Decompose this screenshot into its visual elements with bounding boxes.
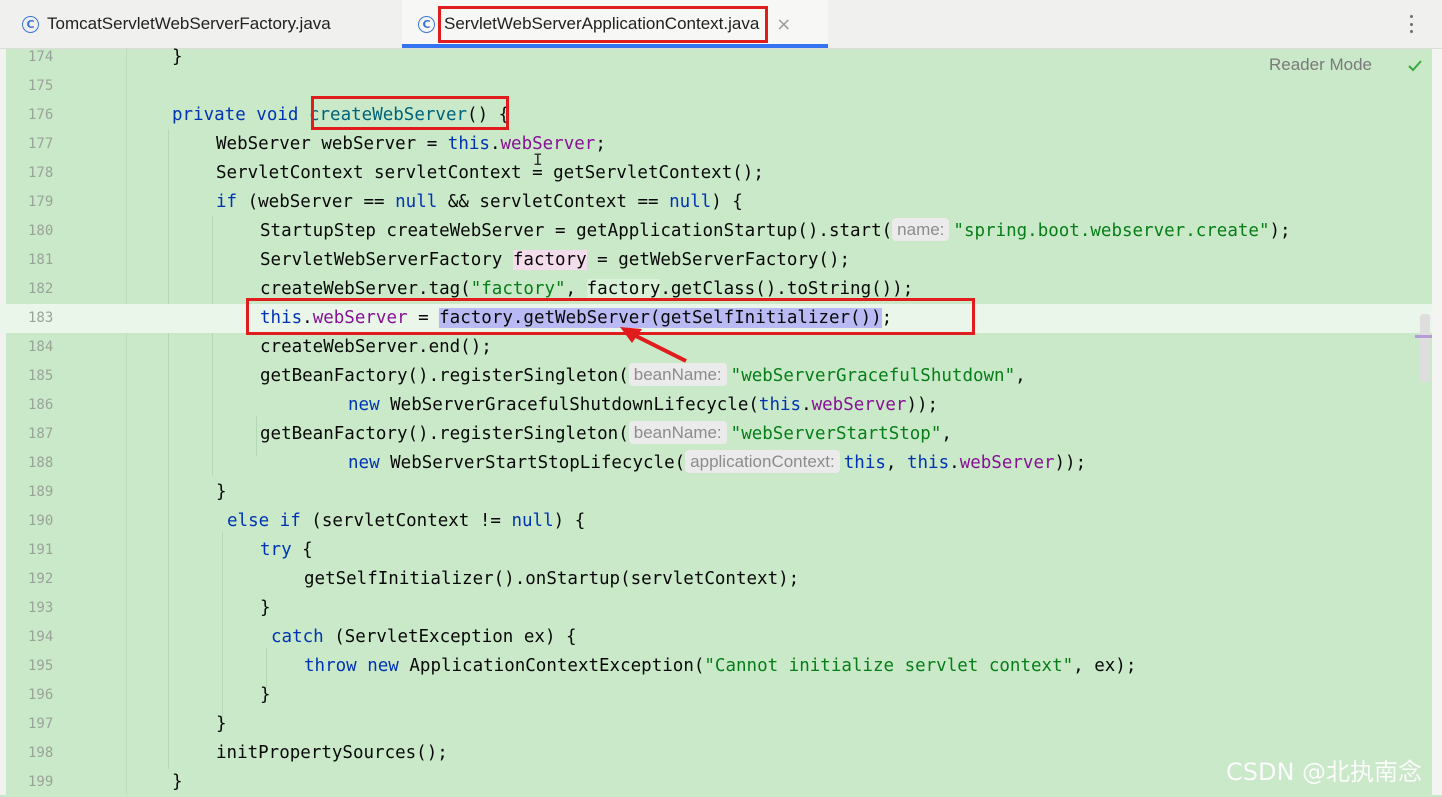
code-text: this.webServer = factory.getWebServer(ge… <box>260 308 893 328</box>
more-options-icon[interactable] <box>1406 12 1416 36</box>
line-number: 199 <box>28 774 54 790</box>
code-line[interactable]: 196 } <box>0 681 1432 710</box>
close-tab-icon[interactable]: × <box>776 14 791 35</box>
code-text: WebServer webServer = this.webServer; <box>216 134 606 154</box>
code-line[interactable]: 178 ServletContext servletContext = getS… <box>0 159 1432 188</box>
code-line[interactable]: 189 } <box>0 478 1432 507</box>
code-line[interactable]: 193 } <box>0 594 1432 623</box>
scrollbar-thumb[interactable] <box>1420 314 1430 382</box>
code-text: } <box>216 714 227 734</box>
code-text: throw new ApplicationContextException("C… <box>304 656 1137 676</box>
vertical-scrollbar[interactable] <box>1432 49 1442 795</box>
code-editor[interactable]: 174 } 175 176 private void createWebServ… <box>0 47 1442 797</box>
line-number: 194 <box>28 629 54 645</box>
line-number: 180 <box>28 223 54 239</box>
tab-label: TomcatServletWebServerFactory.java <box>47 14 331 33</box>
code-text: } <box>260 685 271 705</box>
line-number: 181 <box>28 252 54 268</box>
tab-servlet-context-active[interactable]: C ServletWebServerApplicationContext.jav… <box>402 0 828 48</box>
code-text: ServletWebServerFactory factory = getWeb… <box>260 250 851 270</box>
parameter-hint: applicationContext: <box>685 450 840 473</box>
code-text: else if (servletContext != null) { <box>227 511 586 531</box>
class-c-icon: C <box>22 15 39 33</box>
line-number: 174 <box>28 49 54 65</box>
code-line[interactable]: 187 getBeanFactory().registerSingleton(b… <box>0 420 1432 449</box>
code-text: catch (ServletException ex) { <box>271 627 577 647</box>
code-line[interactable]: 195 throw new ApplicationContextExceptio… <box>0 652 1432 681</box>
code-text: StartupStep createWebServer = getApplica… <box>260 218 1291 241</box>
line-number: 193 <box>28 600 54 616</box>
line-number: 177 <box>28 136 54 152</box>
line-number: 196 <box>28 687 54 703</box>
parameter-hint: beanName: <box>628 421 727 444</box>
code-line[interactable]: 175 <box>0 72 1432 101</box>
line-number: 182 <box>28 281 54 297</box>
code-line[interactable]: 185 getBeanFactory().registerSingleton(b… <box>0 362 1432 391</box>
line-number: 188 <box>28 455 54 471</box>
tab-label: ServletWebServerApplicationContext.java <box>438 5 769 43</box>
code-line[interactable]: 179 if (webServer == null && servletCont… <box>0 188 1432 217</box>
code-line[interactable]: 198 initPropertySources(); <box>0 739 1432 768</box>
code-text: initPropertySources(); <box>216 743 448 763</box>
line-number: 184 <box>28 339 54 355</box>
code-line[interactable]: 180 StartupStep createWebServer = getApp… <box>0 217 1432 246</box>
line-number: 178 <box>28 165 54 181</box>
class-c-icon: C <box>418 15 435 33</box>
code-line[interactable]: 186 new WebServerGracefulShutdownLifecyc… <box>0 391 1432 420</box>
code-line[interactable]: 177 WebServer webServer = this.webServer… <box>0 130 1432 159</box>
code-line[interactable]: 192 getSelfInitializer().onStartup(servl… <box>0 565 1432 594</box>
code-line[interactable]: 182 createWebServer.tag("factory", facto… <box>0 275 1432 304</box>
code-line[interactable]: 181 ServletWebServerFactory factory = ge… <box>0 246 1432 275</box>
code-line[interactable]: 188 new WebServerStartStopLifecycle(appl… <box>0 449 1432 478</box>
code-line[interactable]: 176 private void createWebServer() { <box>0 101 1432 130</box>
code-text: getBeanFactory().registerSingleton(beanN… <box>260 421 952 444</box>
line-number: 190 <box>28 513 54 529</box>
code-text: } <box>172 47 183 67</box>
code-line-current[interactable]: 183 this.webServer = factory.getWebServe… <box>0 304 1432 333</box>
line-number: 191 <box>28 542 54 558</box>
code-text: try { <box>260 540 313 560</box>
text-cursor-icon: I <box>533 150 543 169</box>
code-text: private void createWebServer() { <box>172 105 510 125</box>
code-line[interactable]: 197 } <box>0 710 1432 739</box>
editor-tab-bar: C TomcatServletWebServerFactory.java C S… <box>0 0 1442 49</box>
code-line[interactable]: 199 } <box>0 768 1432 797</box>
watermark: CSDN @北执南念 <box>1226 758 1423 786</box>
line-number: 192 <box>28 571 54 587</box>
reader-mode-button[interactable]: Reader Mode <box>1269 55 1372 75</box>
code-text: ServletContext servletContext = getServl… <box>216 163 764 183</box>
line-number: 179 <box>28 194 54 210</box>
line-number: 197 <box>28 716 54 732</box>
line-number: 198 <box>28 745 54 761</box>
line-number: 187 <box>28 426 54 442</box>
code-text: } <box>216 482 227 502</box>
code-text: } <box>172 772 183 792</box>
code-text: } <box>260 598 271 618</box>
code-line[interactable]: 190 else if (servletContext != null) { <box>0 507 1432 536</box>
method-name: createWebServer <box>308 105 468 125</box>
code-line[interactable]: 174 } <box>0 43 1432 72</box>
line-number: 186 <box>28 397 54 413</box>
code-line[interactable]: 194 catch (ServletException ex) { <box>0 623 1432 652</box>
line-number: 176 <box>28 107 54 123</box>
line-number: 183 <box>28 310 54 326</box>
code-text: new WebServerStartStopLifecycle(applicat… <box>348 450 1087 473</box>
code-line[interactable]: 184 createWebServer.end(); <box>0 333 1432 362</box>
tab-tomcat-factory[interactable]: C TomcatServletWebServerFactory.java <box>22 0 331 48</box>
code-line[interactable]: 191 try { <box>0 536 1432 565</box>
code-text: new WebServerGracefulShutdownLifecycle(t… <box>348 395 939 415</box>
line-number: 185 <box>28 368 54 384</box>
parameter-hint: name: <box>892 218 950 241</box>
line-number: 189 <box>28 484 54 500</box>
line-number: 195 <box>28 658 54 674</box>
line-number: 175 <box>28 78 54 94</box>
annotation-arrow-icon <box>620 327 687 363</box>
code-text: if (webServer == null && servletContext … <box>216 192 743 212</box>
code-text: getSelfInitializer().onStartup(servletCo… <box>304 569 800 589</box>
scrollbar-marker <box>1415 335 1432 338</box>
code-text: createWebServer.tag("factory", factory.g… <box>260 279 914 299</box>
code-text: createWebServer.end(); <box>260 337 492 357</box>
no-problems-check-icon[interactable] <box>1406 57 1424 75</box>
